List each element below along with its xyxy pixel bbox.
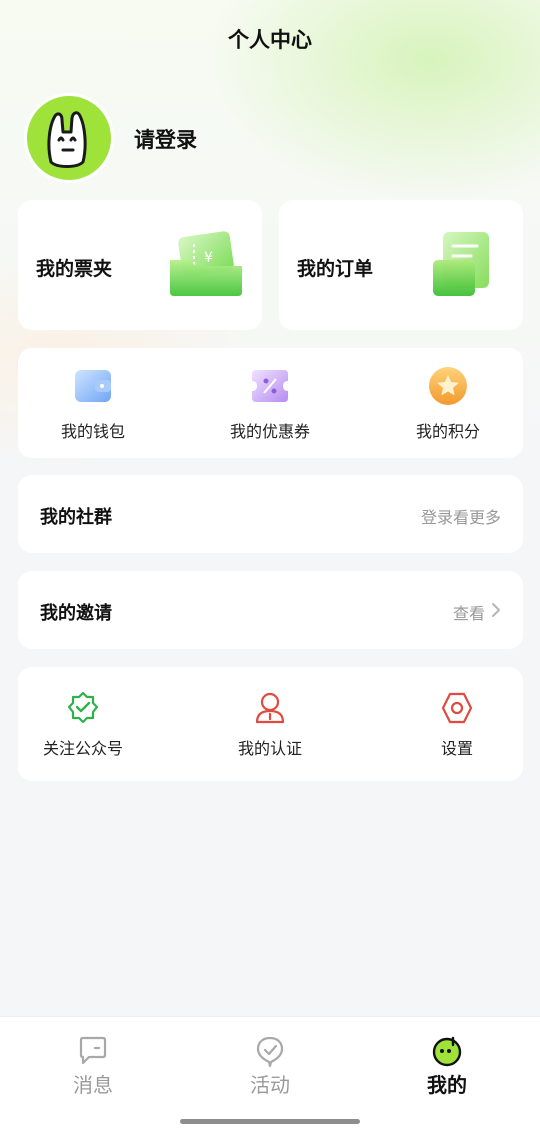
tickets-card-label: 我的票夹: [36, 258, 113, 280]
coupon-icon: [250, 366, 290, 406]
invite-title: 我的邀请: [40, 603, 112, 624]
user-verify-icon: [253, 691, 287, 725]
svg-text:¥: ¥: [204, 250, 213, 266]
points-button[interactable]: 我的积分: [373, 366, 523, 442]
bottom-tab-bar: 消息 活动 我的: [0, 1016, 540, 1136]
services-panel: 关注公众号 我的认证 设置: [18, 667, 523, 781]
mascot-icon: [47, 111, 87, 168]
orders-card[interactable]: 我的订单: [279, 200, 523, 330]
follow-account-button[interactable]: 关注公众号: [3, 691, 163, 759]
home-indicator: [180, 1119, 360, 1124]
activity-icon: [254, 1035, 286, 1068]
verified-badge-icon: [66, 691, 100, 725]
points-label: 我的积分: [415, 422, 480, 441]
tab-profile-label: 我的: [427, 1073, 467, 1097]
chevron-right-icon: [491, 602, 501, 622]
login-prompt[interactable]: 请登录: [134, 124, 197, 154]
tab-messages-label: 消息: [73, 1073, 113, 1097]
tab-activities[interactable]: 活动: [180, 1035, 360, 1098]
quick-links-panel: 我的钱包 我的优惠券 我的积分: [18, 348, 523, 458]
ticket-icon: ¥: [168, 230, 244, 300]
tab-activities-label: 活动: [250, 1073, 290, 1097]
profile-mascot-icon: [431, 1035, 463, 1067]
community-action[interactable]: 登录看更多: [421, 504, 501, 528]
coupon-label: 我的优惠券: [229, 422, 310, 441]
wallet-button[interactable]: 我的钱包: [18, 366, 168, 442]
tab-messages[interactable]: 消息: [3, 1035, 183, 1098]
settings-hex-icon: [440, 691, 474, 725]
coupon-button[interactable]: 我的优惠券: [195, 366, 345, 442]
invite-action-label: 查看: [452, 604, 485, 623]
tickets-card[interactable]: 我的票夹 ¥: [18, 200, 262, 330]
verification-button[interactable]: 我的认证: [190, 691, 350, 759]
settings-button[interactable]: 设置: [377, 691, 537, 759]
orders-card-label: 我的订单: [297, 258, 374, 280]
points-star-icon: [428, 366, 468, 406]
order-document-icon: [429, 230, 505, 300]
settings-label: 设置: [440, 739, 473, 758]
wallet-label: 我的钱包: [60, 422, 125, 441]
avatar[interactable]: [24, 93, 114, 183]
community-title: 我的社群: [40, 507, 112, 528]
community-row[interactable]: 我的社群 登录看更多: [18, 475, 523, 553]
invite-row[interactable]: 我的邀请 查看: [18, 571, 523, 649]
follow-account-label: 关注公众号: [42, 739, 123, 758]
verification-label: 我的认证: [237, 739, 302, 758]
message-icon: [77, 1035, 109, 1067]
tab-profile[interactable]: 我的: [357, 1035, 537, 1098]
invite-action[interactable]: 查看: [453, 600, 501, 624]
page-title: 个人中心: [228, 28, 312, 52]
community-action-label: 登录看更多: [420, 508, 501, 527]
wallet-icon: [73, 366, 113, 406]
